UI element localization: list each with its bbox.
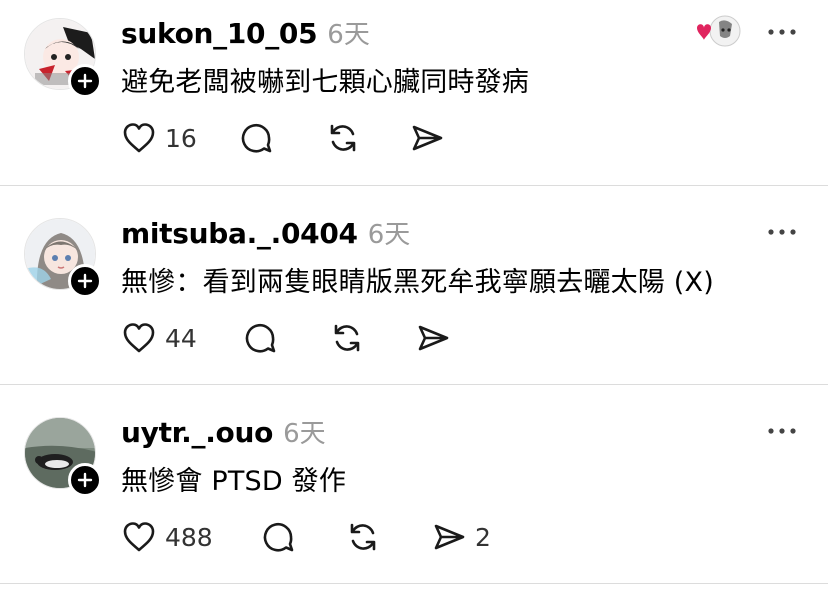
like-count: 16 xyxy=(165,123,197,153)
thread-post-1: sukon_10_05 6天 避免老闆被嚇到七顆心臟同時發病 16 xyxy=(0,0,828,199)
heart-outline-icon xyxy=(123,123,155,153)
divider xyxy=(0,185,828,186)
reply-button[interactable] xyxy=(239,118,325,158)
speech-bubble-icon xyxy=(241,123,272,153)
timestamp: 6天 xyxy=(367,220,411,250)
post-header: mitsuba._.0404 6天 xyxy=(121,214,410,250)
share-button[interactable]: 2 xyxy=(431,517,491,557)
divider xyxy=(0,583,828,584)
speech-bubble-icon xyxy=(263,522,294,552)
follow-button[interactable] xyxy=(68,64,102,98)
heart-icon xyxy=(697,15,741,47)
ellipsis-icon[interactable] xyxy=(766,224,798,240)
send-arrow-icon xyxy=(418,325,449,351)
speech-bubble-icon xyxy=(245,323,276,353)
liked-by-author-badge xyxy=(692,14,742,50)
share-count: 2 xyxy=(475,522,491,552)
repost-arrows-icon xyxy=(330,124,356,152)
plus-icon xyxy=(77,472,93,488)
username[interactable]: mitsuba._.0404 xyxy=(121,217,358,250)
username[interactable]: sukon_10_05 xyxy=(121,17,318,50)
divider xyxy=(0,384,828,385)
username[interactable]: uytr._.ouo xyxy=(121,416,273,449)
send-arrow-icon xyxy=(434,524,465,550)
send-arrow-icon xyxy=(412,125,443,151)
repost-arrows-icon xyxy=(350,523,376,551)
reply-button[interactable] xyxy=(261,517,345,557)
like-button[interactable]: 16 xyxy=(121,118,239,158)
reply-button[interactable] xyxy=(243,318,329,358)
post-header: sukon_10_05 6天 xyxy=(121,14,370,50)
timestamp: 6天 xyxy=(327,20,370,50)
like-count: 44 xyxy=(165,323,197,353)
post-header: uytr._.ouo 6天 xyxy=(121,413,326,449)
timestamp: 6天 xyxy=(283,419,326,449)
share-button[interactable] xyxy=(415,318,459,358)
plus-icon xyxy=(77,273,93,289)
repost-button[interactable] xyxy=(345,517,431,557)
action-bar: 44 xyxy=(121,318,459,358)
ellipsis-icon[interactable] xyxy=(766,24,798,40)
repost-arrows-icon xyxy=(334,324,360,352)
share-button[interactable] xyxy=(409,118,453,158)
repost-button[interactable] xyxy=(325,118,409,158)
plus-icon xyxy=(77,73,93,89)
follow-button[interactable] xyxy=(68,463,102,497)
like-button[interactable]: 44 xyxy=(121,318,243,358)
repost-button[interactable] xyxy=(329,318,415,358)
like-button[interactable]: 488 xyxy=(121,517,261,557)
action-bar: 488 2 xyxy=(121,517,491,557)
post-text: 無慘會 PTSD 發作 xyxy=(121,466,347,497)
thread-post-3: uytr._.ouo 6天 無慘會 PTSD 發作 488 2 xyxy=(0,399,828,598)
post-text: 避免老闆被嚇到七顆心臟同時發病 xyxy=(121,67,529,98)
heart-outline-icon xyxy=(123,323,155,353)
ellipsis-icon[interactable] xyxy=(766,423,798,439)
post-text: 無慘：看到兩隻眼睛版黑死牟我寧願去曬太陽 (X) xyxy=(121,267,714,298)
follow-button[interactable] xyxy=(68,264,102,298)
thread-post-2: mitsuba._.0404 6天 無慘：看到兩隻眼睛版黑死牟我寧願去曬太陽 (… xyxy=(0,200,828,399)
like-count: 488 xyxy=(165,522,213,552)
heart-outline-icon xyxy=(123,522,155,552)
action-bar: 16 xyxy=(121,118,453,158)
